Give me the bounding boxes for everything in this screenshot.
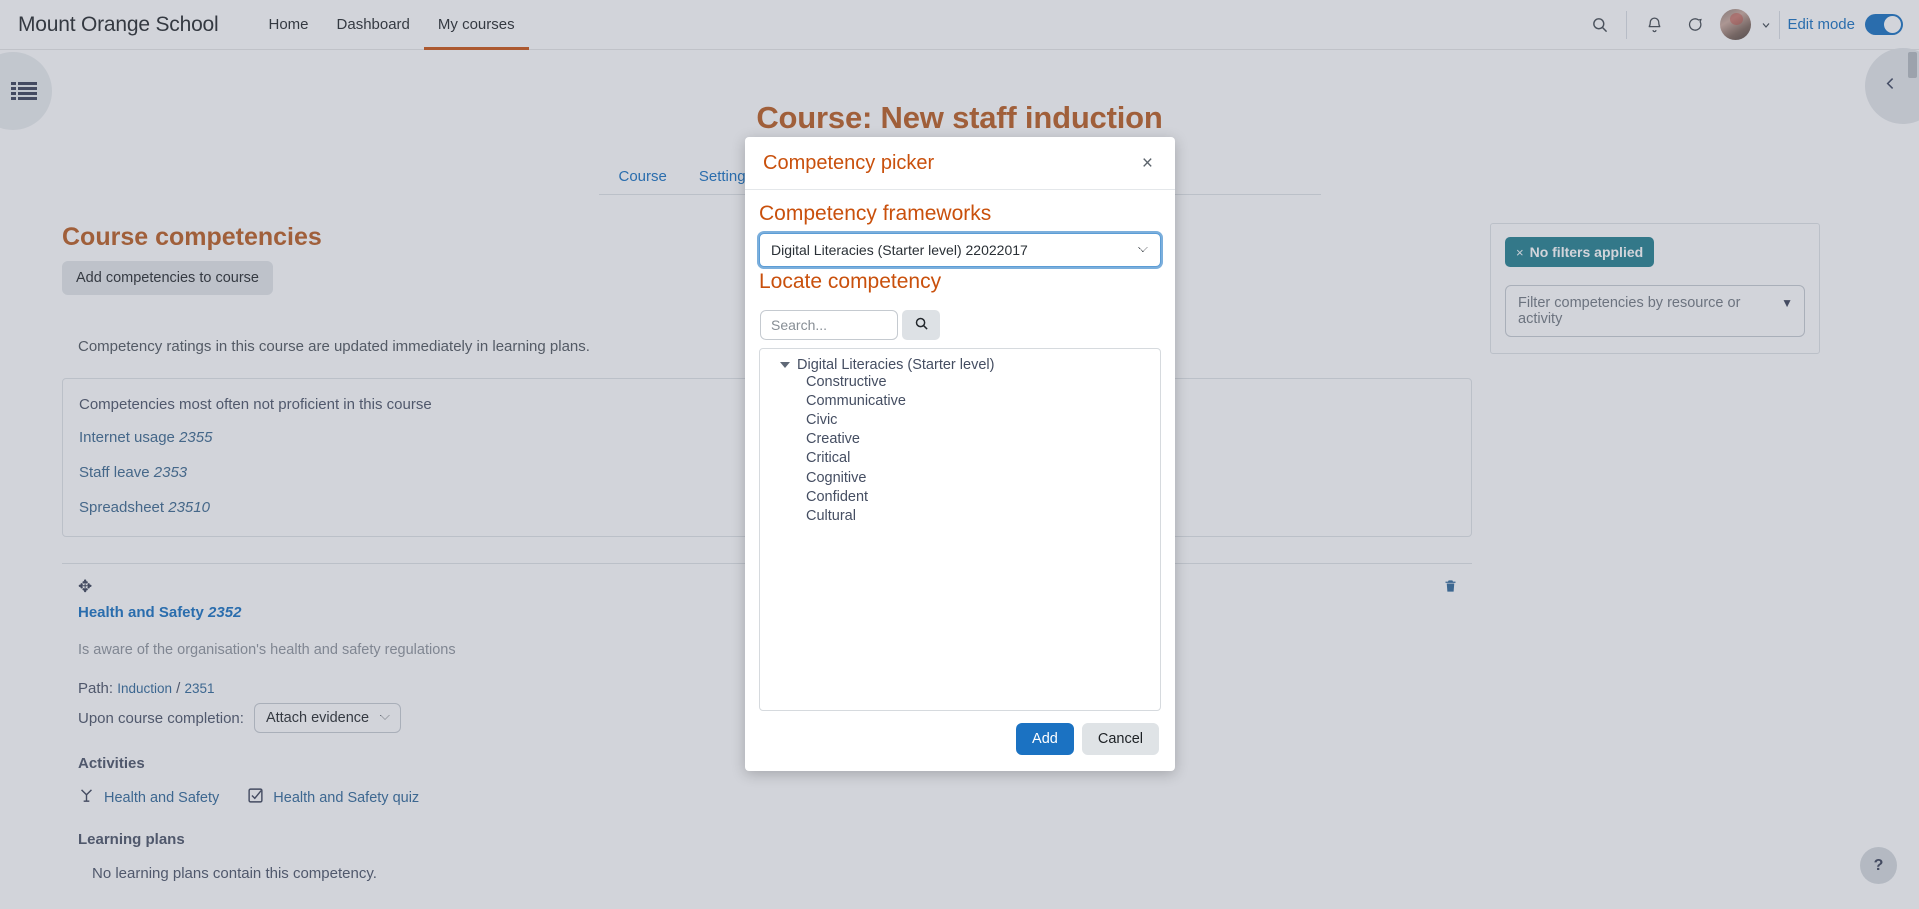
competency-picker-modal: Competency picker × Competency framework… [745,137,1175,771]
modal-body: Competency frameworks Digital Literacies… [745,190,1175,711]
close-icon[interactable]: × [1138,152,1157,175]
modal-header: Competency picker × [745,137,1175,190]
tree-item-communicative[interactable]: Communicative [766,392,1154,411]
tree-item-critical[interactable]: Critical [766,449,1154,468]
chevron-down-icon[interactable] [780,362,790,368]
tree-root-node[interactable]: Digital Literacies (Starter level) [766,357,1154,373]
search-icon [914,316,929,334]
competency-tree[interactable]: Digital Literacies (Starter level) Const… [759,348,1161,711]
add-button[interactable]: Add [1016,723,1074,755]
app-root: Mount Orange School Home Dashboard My co… [0,0,1919,909]
modal-title: Competency picker [763,152,935,174]
search-button[interactable] [902,310,940,340]
competency-frameworks-heading: Competency frameworks [759,202,992,225]
cancel-button[interactable]: Cancel [1081,723,1159,755]
tree-item-cognitive[interactable]: Cognitive [766,469,1154,488]
tree-item-civic[interactable]: Civic [766,411,1154,430]
framework-select[interactable]: Digital Literacies (Starter level) 22022… [757,231,1163,269]
modal-footer: Add Cancel [745,711,1175,771]
tree-root-label: Digital Literacies (Starter level) [797,357,995,373]
tree-item-cultural[interactable]: Cultural [766,507,1154,526]
tree-item-creative[interactable]: Creative [766,430,1154,449]
locate-competency-heading: Locate competency [759,270,942,293]
tree-item-constructive[interactable]: Constructive [766,373,1154,392]
tree-item-confident[interactable]: Confident [766,488,1154,507]
search-input[interactable] [760,310,898,340]
competency-search-row [760,310,1161,340]
